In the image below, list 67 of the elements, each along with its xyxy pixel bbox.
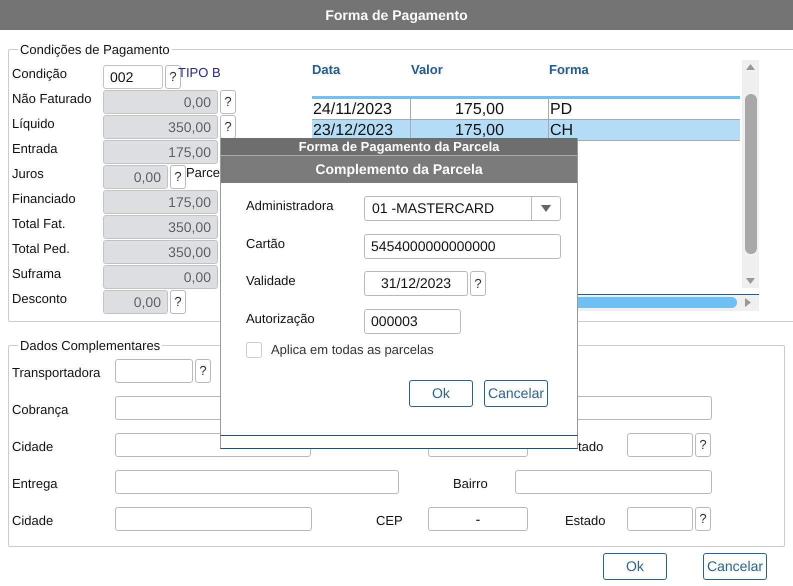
input-field[interactable]: 000003 <box>364 308 461 334</box>
input-field[interactable] <box>115 358 193 382</box>
table-cell: 175,00 <box>411 98 549 118</box>
installment-row[interactable]: 24/11/2023 175,00 PD <box>312 98 740 120</box>
field-label: Bairro <box>453 474 489 492</box>
scroll-up-icon[interactable] <box>746 64 755 70</box>
select-field[interactable]: 01 -MASTERCARD <box>364 196 561 221</box>
field-label: Autorização <box>246 310 316 326</box>
vertical-scrollbar[interactable] <box>742 60 759 288</box>
ok-button[interactable]: Ok <box>603 553 667 580</box>
field-label: Cartão <box>246 234 286 252</box>
checkbox-label: Aplica em todas as parcelas <box>271 341 434 359</box>
column-header: Valor <box>411 62 444 78</box>
section-title: Condições de Pagamento <box>19 41 171 59</box>
input-field[interactable] <box>515 470 712 494</box>
dialog-title: Complemento da Parcela <box>315 160 483 179</box>
section-title: Dados Complementares <box>19 337 162 355</box>
field-label: Não Faturado <box>12 90 92 106</box>
field-label: Validade <box>246 272 297 289</box>
field-label: CEP <box>376 512 404 528</box>
field-label: Entrada <box>12 140 59 156</box>
field-label: Cidade <box>12 438 54 454</box>
field-label: Transportadora <box>12 364 102 380</box>
input-field[interactable] <box>627 506 693 530</box>
input-field[interactable] <box>115 470 399 494</box>
field-label: Desconto <box>12 290 68 306</box>
value-field[interactable]: 002 <box>103 64 163 88</box>
field-label: Entrega <box>12 474 59 492</box>
cancel-button[interactable]: Cancelar <box>703 553 767 580</box>
field-label: Líquido <box>12 114 56 132</box>
scrollbar-thumb[interactable] <box>744 94 756 254</box>
scroll-right-icon[interactable] <box>745 298 751 307</box>
field-label: Total Ped. <box>12 240 71 256</box>
input-field[interactable]: - <box>428 506 528 530</box>
table-cell-text: PD <box>549 100 574 118</box>
ok-button[interactable]: Ok <box>409 380 473 406</box>
checkbox[interactable] <box>246 342 262 358</box>
table-cell: 24/11/2023 <box>312 98 411 118</box>
field-label: Financiado <box>12 190 77 206</box>
help-button[interactable]: ? <box>165 64 181 88</box>
field-label: Condição <box>12 64 68 82</box>
cancel-button[interactable]: Cancelar <box>484 380 548 406</box>
field-label: Juros <box>12 164 45 182</box>
dialog-title: Forma de Pagamento da Parcela <box>298 139 500 156</box>
column-header: Data <box>312 62 342 78</box>
field-label: Cidade <box>12 512 54 528</box>
table-cell-text: CH <box>549 120 574 140</box>
dropdown-icon[interactable] <box>541 205 551 212</box>
help-button[interactable]: ? <box>195 358 211 382</box>
field-label: tado <box>578 438 604 454</box>
field-label: Cobrança <box>12 400 70 418</box>
help-button[interactable]: ? <box>470 271 486 296</box>
window-title: Forma de Pagamento <box>325 6 468 25</box>
help-button[interactable]: ? <box>695 432 711 456</box>
field-label: Total Fat. <box>12 214 66 232</box>
input-field[interactable] <box>115 506 312 530</box>
field-label: Administradora <box>246 197 334 214</box>
column-header: Forma <box>549 62 590 78</box>
field-label: Suframa <box>12 264 62 282</box>
input-field[interactable]: 5454000000000000 <box>364 234 561 258</box>
input-field[interactable]: 31/12/2023 <box>364 271 468 296</box>
field-label: Parce <box>186 164 220 180</box>
input-field[interactable] <box>627 432 693 456</box>
scroll-down-icon[interactable] <box>746 278 755 284</box>
help-button[interactable]: ? <box>695 506 711 530</box>
condition-type-text: TIPO B <box>178 64 221 80</box>
field-label: Estado <box>565 512 606 528</box>
